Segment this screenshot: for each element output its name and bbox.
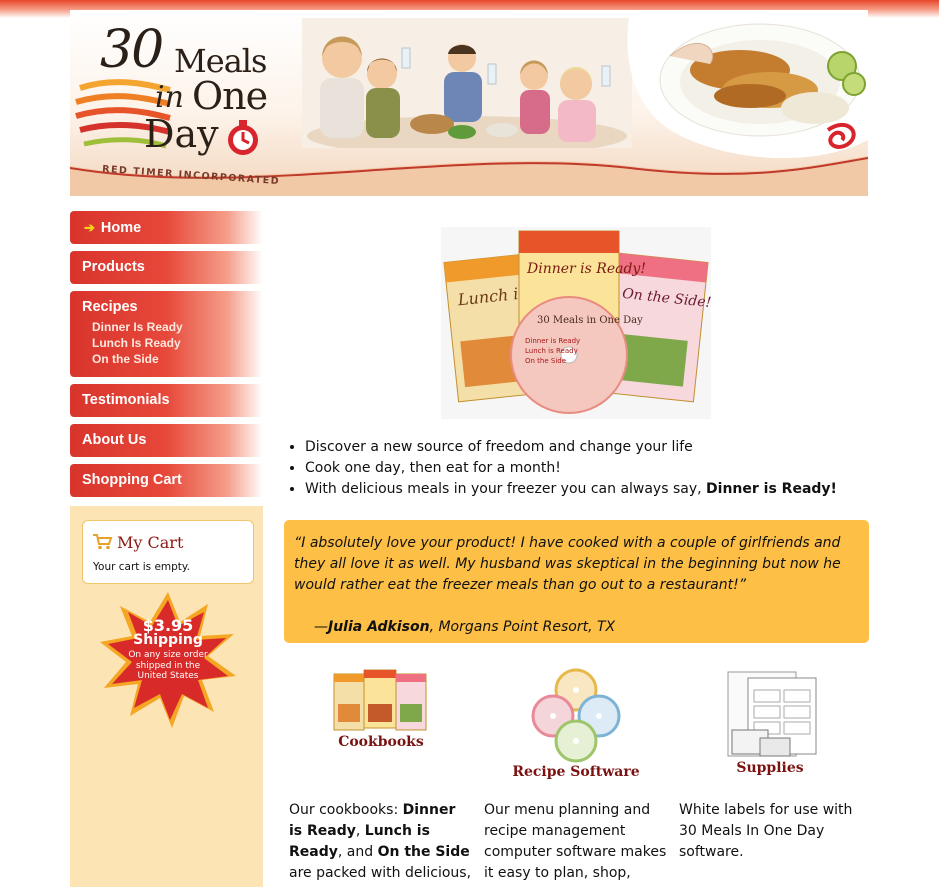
red-timer-icon	[228, 120, 258, 155]
software-discs-thumbnail	[531, 668, 621, 763]
family-dinner-photo	[302, 18, 632, 148]
testimonial-quote: “I absolutely love your product! I have …	[294, 535, 841, 593]
benefit-item: Discover a new source of freedom and cha…	[305, 437, 885, 458]
logo-word-in: in	[155, 80, 184, 115]
nav-products[interactable]: Products	[70, 251, 263, 284]
benefit-item: With delicious meals in your freezer you…	[305, 479, 885, 500]
nav-recipes-submenu: Dinner Is Ready Lunch Is Ready On the Si…	[92, 319, 263, 367]
benefit-item: Cook one day, then eat for a month!	[305, 458, 885, 479]
software-description: Our menu planning and recipe management …	[484, 802, 667, 881]
nav-home-label: Home	[100, 220, 142, 236]
nav-about-us[interactable]: About Us	[70, 424, 263, 457]
desc-bold-side: On the Side	[377, 844, 470, 860]
feature-software-title[interactable]: Recipe Software	[508, 764, 644, 780]
benefits-list: Discover a new source of freedom and cha…	[287, 437, 885, 500]
benefit-text: With delicious meals in your freezer you…	[305, 481, 707, 497]
shipping-note: On any size order shipped in the United …	[128, 650, 208, 681]
cookbooks-description: Our cookbooks: Dinner is Ready, Lunch is…	[289, 800, 471, 884]
book-dinner-title: Dinner is Ready!	[526, 261, 646, 277]
food-plate-photo	[627, 10, 868, 159]
cookbook-collection-image[interactable]: Lunch is Ready! On the Side! Dinner is R…	[441, 227, 711, 419]
nav-sub-on-the-side[interactable]: On the Side	[92, 351, 263, 367]
cart-status: Your cart is empty.	[93, 561, 190, 573]
site-header: 30 Meals in One Day RED TIMER INCORPORAT…	[70, 10, 868, 196]
desc-text: are packed with delicious,	[289, 865, 472, 881]
desc-text: , and	[337, 844, 378, 860]
shipping-promo-burst[interactable]: $3.95 Shipping On any size order shipped…	[100, 592, 236, 728]
nav-about-us-label: About Us	[82, 432, 147, 448]
disc-title: 30 Meals in One Day	[537, 315, 643, 326]
shipping-label: Shipping	[133, 632, 203, 648]
feature-cookbooks-title[interactable]: Cookbooks	[323, 734, 439, 750]
nav-sub-lunch-is-ready[interactable]: Lunch Is Ready	[92, 335, 263, 351]
attribution-dash: —	[314, 619, 328, 635]
feature-recipe-software[interactable]: Recipe Software	[508, 668, 644, 780]
feature-cookbooks[interactable]: Cookbooks	[323, 668, 439, 750]
my-cart-box[interactable]: My Cart Your cart is empty.	[82, 520, 254, 584]
sidebar: My Cart Your cart is empty. $3.95 Shippi…	[70, 506, 263, 887]
testimonial-attribution: —Julia Adkison, Morgans Point Resort, TX	[294, 617, 857, 638]
feature-supplies-title[interactable]: Supplies	[712, 760, 828, 776]
testimonial-author: Julia Adkison	[328, 619, 430, 635]
nav-testimonials[interactable]: Testimonials	[70, 384, 263, 417]
nav-testimonials-label: Testimonials	[82, 392, 170, 408]
nav-shopping-cart-label: Shopping Cart	[82, 472, 182, 488]
logo-word-day: Day	[144, 112, 219, 156]
supplies-description: White labels for use with 30 Meals In On…	[679, 802, 853, 860]
benefit-text: Cook one day, then eat for a month!	[305, 460, 561, 476]
logo-number: 30	[100, 20, 164, 80]
disc-line-1: Dinner is Ready	[525, 337, 580, 345]
desc-text: Our cookbooks:	[289, 802, 403, 818]
desc-text: ,	[355, 823, 365, 839]
nav-sub-dinner-is-ready[interactable]: Dinner Is Ready	[92, 319, 263, 335]
site-logo[interactable]: 30 Meals in One Day RED TIMER INCORPORAT…	[70, 18, 310, 188]
cookbooks-thumbnail	[333, 669, 427, 731]
shopping-cart-icon	[93, 534, 113, 550]
disc-line-2: Lunch is Ready	[525, 347, 578, 355]
testimonial-box: “I absolutely love your product! I have …	[284, 520, 869, 643]
nav-home[interactable]: ➔ Home	[70, 211, 263, 244]
nav-recipes[interactable]: Recipes Dinner Is Ready Lunch Is Ready O…	[70, 291, 263, 377]
cart-title: My Cart	[117, 533, 184, 552]
disc-line-3: On the Side	[525, 357, 566, 365]
testimonial-location: , Morgans Point Resort, TX	[429, 619, 616, 635]
benefit-highlight: Dinner is Ready!	[706, 481, 837, 497]
logo-tagline: RED TIMER INCORPORATED	[101, 163, 281, 188]
nav-products-label: Products	[82, 259, 145, 275]
nav-shopping-cart[interactable]: Shopping Cart	[70, 464, 263, 497]
arrow-right-icon: ➔	[84, 220, 95, 235]
supplies-labels-thumbnail	[727, 671, 817, 757]
main-nav: ➔ Home Products Recipes Dinner Is Ready L…	[70, 211, 263, 504]
nav-recipes-label: Recipes	[82, 299, 138, 315]
feature-supplies[interactable]: Supplies	[712, 668, 828, 776]
benefit-text: Discover a new source of freedom and cha…	[305, 439, 693, 455]
